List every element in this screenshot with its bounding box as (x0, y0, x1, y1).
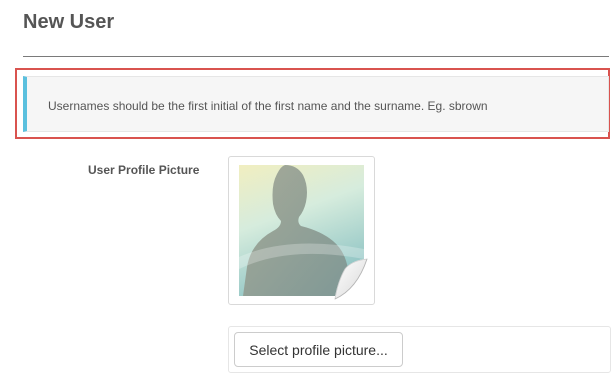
title-divider (23, 56, 609, 57)
default-avatar-silhouette-icon (236, 162, 368, 300)
page-title: New User (23, 11, 115, 33)
select-profile-picture-button[interactable]: Select profile picture... (234, 332, 403, 367)
info-callout-text: Usernames should be the first initial of… (48, 99, 488, 113)
info-callout: Usernames should be the first initial of… (23, 76, 609, 132)
profile-picture-label: User Profile Picture (88, 163, 200, 177)
profile-picture-preview (228, 156, 375, 305)
